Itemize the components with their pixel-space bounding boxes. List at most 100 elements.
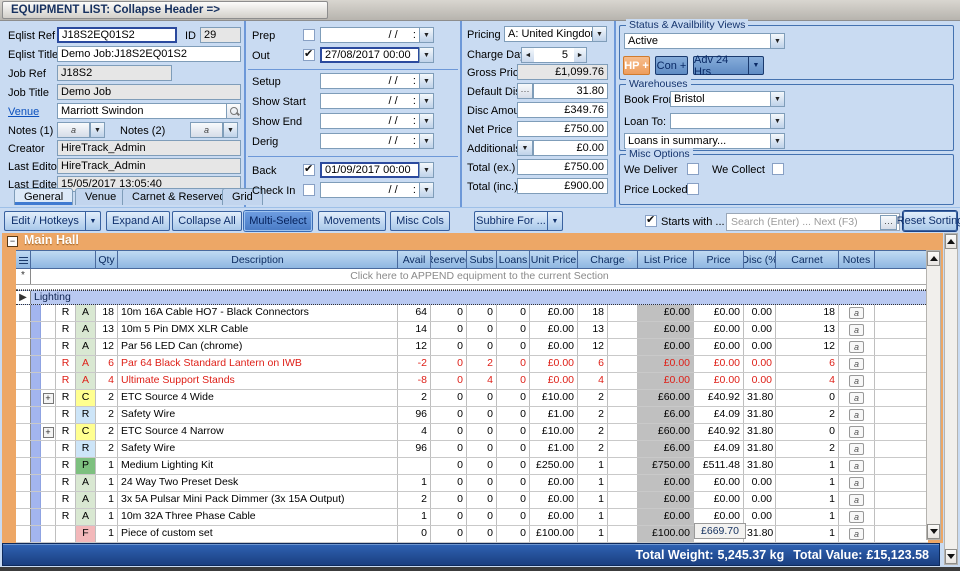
equipment-row[interactable]: F 1 Piece of custom set 0 0 0 0 £100.00 1 £100.00…	[16, 526, 928, 543]
charge-cell[interactable]: 1	[578, 509, 608, 525]
charge-cell[interactable]: 6	[578, 356, 608, 372]
row-selector[interactable]	[16, 509, 31, 525]
description-cell[interactable]: 10m 5 Pin DMX XLR Cable	[118, 322, 398, 338]
qty-cell[interactable]: 1	[96, 475, 118, 491]
carnet-cell[interactable]: 0	[776, 424, 839, 440]
edit-hotkeys-button[interactable]: Edit / Hotkeys	[4, 211, 86, 231]
eqlist-title-field[interactable]: Demo Job:J18S2EQ01S2	[57, 46, 241, 62]
back-date-dropdown-icon[interactable]: ▼	[419, 162, 434, 178]
expand-all-button[interactable]: Expand All	[106, 211, 170, 231]
column-config-icon[interactable]	[16, 251, 31, 268]
expand-row-icon[interactable]: +	[42, 426, 54, 438]
note-icon[interactable]: a	[849, 477, 864, 489]
note-icon[interactable]: a	[849, 375, 864, 387]
charge-cell[interactable]: 1	[578, 458, 608, 474]
note-icon[interactable]: a	[849, 358, 864, 370]
charge-cell[interactable]: 2	[578, 441, 608, 457]
total-inc-field[interactable]: £900.00	[517, 178, 608, 194]
header-unit-price[interactable]: Unit Price	[530, 251, 578, 268]
carnet-cell[interactable]: 2	[776, 407, 839, 423]
loan-to-dropdown-icon[interactable]: ▼	[770, 113, 785, 129]
we-deliver-checkbox[interactable]	[687, 163, 699, 175]
qty-cell[interactable]: 13	[96, 322, 118, 338]
expand-row-icon[interactable]: +	[42, 392, 54, 404]
charge-cell[interactable]: 1	[578, 526, 608, 542]
description-cell[interactable]: Piece of custom set	[118, 526, 398, 542]
collapse-all-button[interactable]: Collapse All	[172, 211, 242, 231]
charge-cell[interactable]: 1	[578, 492, 608, 508]
prep-date-field[interactable]: / / :	[320, 27, 420, 43]
qty-cell[interactable]: 1	[96, 509, 118, 525]
header-description[interactable]: Description	[118, 251, 398, 268]
additionals-dropdown-icon[interactable]: ▼	[517, 140, 533, 156]
equipment-row[interactable]: R A 13 10m 5 Pin DMX XLR Cable 14 0 0 0 £0.00 13 £…	[16, 322, 928, 339]
header-qty[interactable]: Qty	[96, 251, 118, 268]
row-selector[interactable]	[16, 339, 31, 355]
unit-price-cell[interactable]: £100.00	[530, 526, 578, 542]
row-selector[interactable]	[16, 458, 31, 474]
charge-cell[interactable]: 12	[578, 339, 608, 355]
notes2-icon[interactable]: a	[190, 122, 223, 138]
header-disc[interactable]: Disc (%	[744, 251, 776, 268]
scroll-up-icon[interactable]	[927, 251, 940, 266]
adv-24hrs-dropdown-icon[interactable]: ▼	[749, 56, 764, 75]
collapse-header-button[interactable]: EQUIPMENT LIST: Collapse Header =>	[2, 1, 328, 19]
setup-date-field[interactable]: / / :	[320, 73, 420, 89]
disc-cell[interactable]: 0.00	[744, 509, 776, 525]
qty-cell[interactable]: 6	[96, 356, 118, 372]
collapse-section-icon[interactable]: −	[7, 236, 18, 247]
carnet-cell[interactable]: 12	[776, 339, 839, 355]
equipment-row[interactable]: R A 4 Ultimate Support Stands -8 0 4 0 £0.00 4 £0.…	[16, 373, 928, 390]
note-icon[interactable]: a	[849, 511, 864, 523]
qty-cell[interactable]: 2	[96, 407, 118, 423]
note-icon[interactable]: a	[849, 528, 864, 540]
description-cell[interactable]: Ultimate Support Stands	[118, 373, 398, 389]
additionals-field[interactable]: £0.00	[533, 140, 608, 156]
equipment-row[interactable]: R A 6 Par 64 Black Standard Lantern on IWB -…	[16, 356, 928, 373]
check-in-checkbox[interactable]	[303, 184, 315, 196]
equipment-row[interactable]: R P 1 Medium Lighting Kit 0 0 0 £250.00 1 £750.00…	[16, 458, 928, 475]
note-icon[interactable]: a	[849, 341, 864, 353]
carnet-cell[interactable]: 0	[776, 390, 839, 406]
search-input[interactable]	[726, 213, 900, 231]
adv-24hrs-button[interactable]: Adv 24 Hrs	[693, 54, 749, 78]
disc-cell[interactable]: 31.80	[744, 407, 776, 423]
derig-date-field[interactable]: / / :	[320, 133, 420, 149]
header-list-price[interactable]: List Price	[638, 251, 694, 268]
show-start-date-field[interactable]: / / :	[320, 93, 420, 109]
prep-checkbox[interactable]	[303, 29, 315, 41]
carnet-cell[interactable]: 1	[776, 458, 839, 474]
note-icon[interactable]: a	[849, 494, 864, 506]
disc-cell[interactable]: 31.80	[744, 390, 776, 406]
total-ex-field[interactable]: £750.00	[517, 159, 608, 175]
unit-price-cell[interactable]: £10.00	[530, 424, 578, 440]
charge-days-stepper[interactable]: ◄ 5 ►	[521, 47, 587, 63]
multi-select-button[interactable]: Multi-Select	[244, 211, 312, 231]
check-in-date-dropdown-icon[interactable]: ▼	[419, 182, 434, 198]
loan-to-select[interactable]	[670, 113, 771, 129]
carnet-cell[interactable]: 1	[776, 492, 839, 508]
row-selector[interactable]	[16, 407, 31, 423]
group-title[interactable]: Lighting	[31, 291, 928, 304]
notes1-icon[interactable]: a	[57, 122, 90, 138]
unit-price-cell[interactable]: £0.00	[530, 322, 578, 338]
header-price[interactable]: Price	[694, 251, 744, 268]
equipment-row[interactable]: R A 12 Par 56 LED Can (chrome) 12 0 0 0 £0.00 12 £…	[16, 339, 928, 356]
setup-date-dropdown-icon[interactable]: ▼	[419, 73, 434, 89]
venue-field[interactable]: Marriott Swindon	[57, 103, 227, 119]
disc-cell[interactable]: 0.00	[744, 339, 776, 355]
charge-cell[interactable]: 2	[578, 390, 608, 406]
equipment-row[interactable]: + R C 2 ETC Source 4 Narrow 4 0 0 0 £10.00 2 £60.00…	[16, 424, 928, 441]
append-equipment-row[interactable]: * Click here to APPEND equipment to the …	[16, 269, 928, 285]
header-subs[interactable]: Subs	[467, 251, 497, 268]
movements-button[interactable]: Movements	[318, 211, 386, 231]
equipment-row[interactable]: R A 1 10m 32A Three Phase Cable 1 0 0 0 £0.00 1 £0…	[16, 509, 928, 526]
row-selector[interactable]	[16, 356, 31, 372]
disc-cell[interactable]: 0.00	[744, 373, 776, 389]
out-date-field[interactable]: 27/08/2017 00:00	[320, 47, 420, 63]
description-cell[interactable]: 3x 5A Pulsar Mini Pack Dimmer (3x 15A Ou…	[118, 492, 398, 508]
unit-price-cell[interactable]: £1.00	[530, 407, 578, 423]
venue-search-icon[interactable]	[226, 103, 241, 119]
disc-cell[interactable]: 0.00	[744, 322, 776, 338]
row-selector[interactable]	[16, 526, 31, 542]
